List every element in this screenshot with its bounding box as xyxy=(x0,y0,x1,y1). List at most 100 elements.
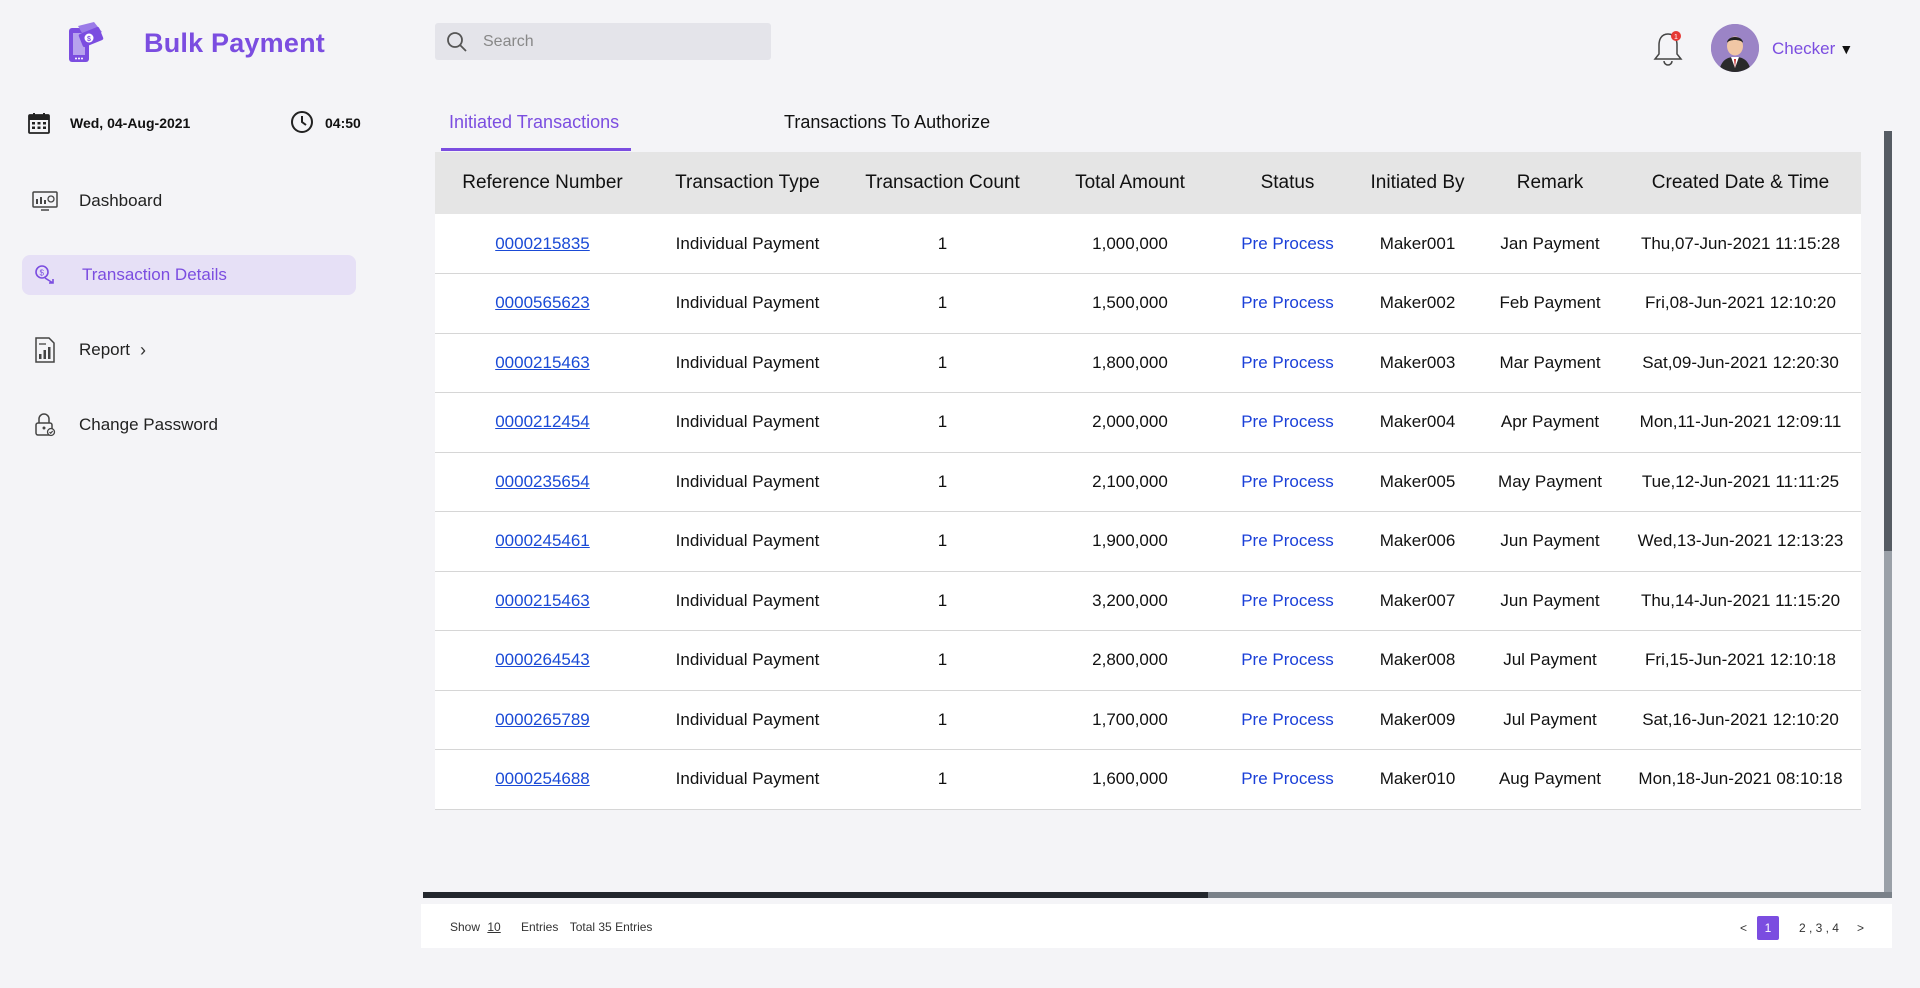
column-header: Remark xyxy=(1516,172,1584,193)
sidebar-item-dashboard[interactable]: Dashboard xyxy=(22,181,356,221)
created-date-cell: Fri,08-Jun-2021 12:10:20 xyxy=(1645,293,1836,313)
search-icon xyxy=(447,31,467,52)
created-date-cell: Fri,15-Jun-2021 12:10:18 xyxy=(1645,650,1836,670)
reference-number-link[interactable]: 0000212454 xyxy=(495,412,590,431)
transaction-icon: $ xyxy=(32,262,58,288)
notification-bell-icon[interactable]: 1 xyxy=(1650,28,1686,68)
transaction-type-cell: Individual Payment xyxy=(675,412,820,432)
reference-number-link[interactable]: 0000215463 xyxy=(495,591,590,610)
status-cell: Pre Process xyxy=(1241,590,1334,610)
user-name: Checker xyxy=(1772,39,1836,58)
page-size-select[interactable]: 10 xyxy=(487,920,500,934)
table-row: 0000215463 Individual Payment 1 1,800,000 Pr… xyxy=(435,333,1861,393)
initiated-by-cell: Maker001 xyxy=(1379,233,1456,253)
transaction-count-cell: 1 xyxy=(937,471,948,491)
avatar[interactable] xyxy=(1711,24,1759,72)
horizontal-scrollbar-thumb[interactable] xyxy=(423,892,1208,898)
remark-cell: Apr Payment xyxy=(1500,412,1600,432)
status-cell: Pre Process xyxy=(1241,471,1334,491)
user-menu[interactable]: Checker ▼ xyxy=(1772,39,1853,59)
table-row: 0000215463 Individual Payment 1 3,200,000 Pr… xyxy=(435,571,1861,631)
status-cell: Pre Process xyxy=(1241,293,1334,313)
tab-initiated-transactions[interactable]: Initiated Transactions xyxy=(449,112,619,143)
created-date-cell: Thu,14-Jun-2021 11:15:20 xyxy=(1640,590,1841,610)
transaction-type-cell: Individual Payment xyxy=(675,709,820,729)
initiated-by-cell: Maker002 xyxy=(1379,293,1456,313)
search-bar[interactable] xyxy=(435,23,771,60)
current-date: Wed, 04-Aug-2021 xyxy=(70,115,191,131)
table-row: 0000245461 Individual Payment 1 1,900,000 Pr… xyxy=(435,512,1861,572)
transaction-count-cell: 1 xyxy=(937,412,948,432)
total-amount-cell: 2,000,000 xyxy=(1092,412,1168,432)
sidebar-item-transaction-details[interactable]: $ Transaction Details xyxy=(22,255,356,295)
vertical-scrollbar-thumb[interactable] xyxy=(1884,131,1892,551)
search-input[interactable] xyxy=(483,32,743,51)
sidebar-item-report[interactable]: Report › xyxy=(22,330,356,370)
reference-number-cell: 0000235654 xyxy=(435,452,650,512)
transaction-type-cell: Individual Payment xyxy=(675,233,820,253)
reference-number-link[interactable]: 0000265789 xyxy=(495,710,590,729)
entries-label: Entries xyxy=(521,920,559,934)
remark-cell: Jul Payment xyxy=(1503,650,1597,670)
created-date-cell: Mon,11-Jun-2021 12:09:11 xyxy=(1639,412,1842,432)
reference-number-cell: 0000264543 xyxy=(435,631,650,691)
sidebar-item-change-password[interactable]: Change Password xyxy=(22,405,356,445)
table-row: 0000565623 Individual Payment 1 1,500,000 Pr… xyxy=(435,274,1861,334)
next-page-button[interactable]: > xyxy=(1853,921,1868,935)
svg-text:$: $ xyxy=(40,269,45,278)
created-date-cell: Mon,18-Jun-2021 08:10:18 xyxy=(1638,769,1843,789)
current-time: 04:50 xyxy=(325,115,361,131)
remark-cell: Feb Payment xyxy=(1499,293,1601,313)
sidebar-item-label: Change Password xyxy=(79,415,218,434)
clock-icon xyxy=(291,111,313,133)
reference-number-link[interactable]: 0000565623 xyxy=(495,293,590,312)
svg-text:$: $ xyxy=(87,36,91,43)
sidebar-item-label: Report xyxy=(79,340,131,359)
remark-cell: May Payment xyxy=(1498,471,1602,491)
transaction-type-cell: Individual Payment xyxy=(675,769,820,789)
reference-number-link[interactable]: 0000215463 xyxy=(495,353,590,372)
table-body: 0000215835 Individual Payment 1 1,000,000 Pr… xyxy=(435,214,1861,809)
reference-number-link[interactable]: 0000215835 xyxy=(495,234,590,253)
status-cell: Pre Process xyxy=(1241,709,1334,729)
status-cell: Pre Process xyxy=(1241,531,1334,551)
page-links[interactable]: 2 , 3 , 4 xyxy=(1795,921,1843,935)
date-time-bar: Wed, 04-Aug-2021 04:50 xyxy=(28,110,368,136)
reference-number-link[interactable]: 0000264543 xyxy=(495,650,590,669)
reference-number-cell: 0000245461 xyxy=(435,512,650,572)
status-cell: Pre Process xyxy=(1241,769,1334,789)
user-avatar-icon xyxy=(1711,24,1759,72)
transaction-type-cell: Individual Payment xyxy=(675,590,820,610)
column-header: Status xyxy=(1260,172,1315,193)
total-amount-cell: 1,600,000 xyxy=(1092,769,1168,789)
table-row: 0000212454 Individual Payment 1 2,000,000 Pr… xyxy=(435,393,1861,453)
initiated-by-cell: Maker003 xyxy=(1379,352,1456,372)
sidebar-item-label: Dashboard xyxy=(79,191,163,210)
page-1-button[interactable]: 1 xyxy=(1756,916,1779,940)
reference-number-cell: 0000565623 xyxy=(435,274,650,334)
initiated-by-cell: Maker009 xyxy=(1379,709,1456,729)
remark-cell: Jun Payment xyxy=(1500,531,1600,551)
transactions-table-container: Reference Number Transaction Type Transact… xyxy=(435,152,1861,812)
total-amount-cell: 1,800,000 xyxy=(1092,352,1168,372)
column-header: Created Date & Time xyxy=(1651,172,1830,193)
reference-number-cell: 0000254688 xyxy=(435,750,650,810)
total-amount-cell: 1,500,000 xyxy=(1092,293,1168,313)
created-date-cell: Sat,09-Jun-2021 12:20:30 xyxy=(1642,352,1839,372)
reference-number-cell: 0000212454 xyxy=(435,393,650,453)
table-row: 0000235654 Individual Payment 1 2,100,000 Pr… xyxy=(435,452,1861,512)
reference-number-link[interactable]: 0000254688 xyxy=(495,769,590,788)
initiated-by-cell: Maker004 xyxy=(1379,412,1456,432)
prev-page-button[interactable]: < xyxy=(1736,921,1751,935)
sidebar: $ Bulk Payment Wed, 04-Aug-2021 04:50 Da… xyxy=(0,0,400,988)
reference-number-link[interactable]: 0000245461 xyxy=(495,531,590,550)
reference-number-link[interactable]: 0000235654 xyxy=(495,472,590,491)
initiated-by-cell: Maker007 xyxy=(1379,590,1456,610)
brand[interactable]: $ Bulk Payment xyxy=(64,20,325,66)
tab-transactions-to-authorize[interactable]: Transactions To Authorize xyxy=(784,112,990,143)
page-size-control: Show 10 xyxy=(450,920,501,934)
initiated-by-cell: Maker010 xyxy=(1379,769,1456,789)
created-date-cell: Wed,13-Jun-2021 12:13:23 xyxy=(1637,531,1844,551)
sidebar-item-label: Transaction Details xyxy=(82,265,227,284)
transaction-count-cell: 1 xyxy=(937,590,948,610)
